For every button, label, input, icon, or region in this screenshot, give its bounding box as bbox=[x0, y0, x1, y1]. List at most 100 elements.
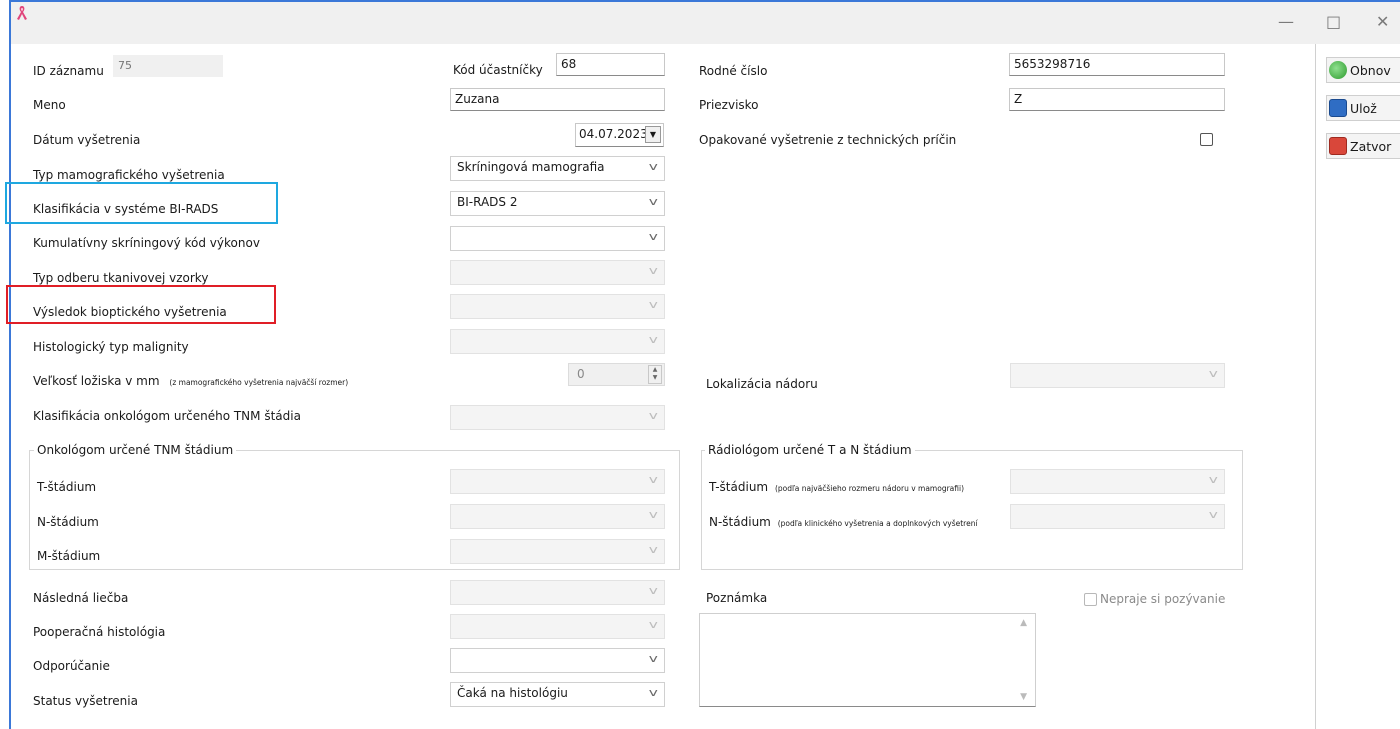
refresh-button-label: Obnov bbox=[1350, 62, 1391, 78]
exam-status-value: Čaká na histológiu bbox=[457, 686, 568, 700]
minimize-button[interactable]: — bbox=[1278, 14, 1294, 30]
recommendation-label: Odporúčanie bbox=[33, 659, 110, 673]
onco-n-stage-label: N-štádium bbox=[37, 515, 99, 529]
surname-label: Priezvisko bbox=[699, 98, 759, 112]
tumor-localization-select: v bbox=[1010, 363, 1225, 388]
scroll-up-icon[interactable]: ▲ bbox=[1020, 618, 1027, 628]
radio-n-stage-select: v bbox=[1010, 504, 1225, 529]
close-door-icon bbox=[1329, 137, 1347, 155]
first-name-label: Meno bbox=[33, 98, 66, 112]
no-invitation-checkbox[interactable] bbox=[1084, 593, 1097, 606]
chevron-down-icon: v bbox=[649, 618, 659, 631]
onco-t-stage-select: v bbox=[450, 469, 665, 494]
toolbar-divider bbox=[1315, 44, 1316, 729]
birth-number-field[interactable]: 5653298716 bbox=[1009, 53, 1225, 76]
maximize-button[interactable]: □ bbox=[1326, 14, 1341, 30]
pink-ribbon-icon bbox=[16, 5, 28, 24]
chevron-down-icon: v bbox=[649, 652, 659, 665]
chevron-down-icon: v bbox=[649, 298, 659, 311]
repeat-exam-checkbox[interactable] bbox=[1200, 133, 1213, 146]
birads-select[interactable]: BI-RADS 2 v bbox=[450, 191, 665, 216]
lesion-size-label-text: Veľkosť ložiska v mm bbox=[33, 374, 160, 388]
chevron-down-icon: v bbox=[649, 686, 659, 699]
surname-field[interactable]: Z bbox=[1009, 88, 1225, 111]
lesion-size-note: (z mamografického vyšetrenia najväčší ro… bbox=[169, 378, 349, 387]
title-bar bbox=[11, 2, 1400, 44]
note-label: Poznámka bbox=[706, 591, 768, 605]
radio-n-stage-note: (podľa klinického vyšetrenia a doplnkový… bbox=[777, 519, 978, 528]
no-invitation-label: Nepraje si pozývanie bbox=[1100, 592, 1226, 606]
spinner-arrows-icon[interactable]: ▲ ▼ bbox=[648, 365, 662, 384]
birads-label: Klasifikácia v systéme BI-RADS bbox=[33, 202, 219, 216]
lesion-size-label: Veľkosť ložiska v mm (z mamografického v… bbox=[33, 374, 348, 388]
chevron-down-icon: v bbox=[649, 160, 659, 173]
tumor-localization-label: Lokalizácia nádoru bbox=[706, 377, 818, 391]
radio-n-stage-label: N-štádium (podľa klinického vyšetrenia a… bbox=[709, 515, 1011, 529]
radio-t-stage-note: (podľa najväčšieho rozmeru nádoru v mamo… bbox=[774, 484, 965, 493]
record-id-field: 75 bbox=[113, 55, 223, 77]
tnm-classification-label: Klasifikácia onkológom určeného TNM štád… bbox=[33, 409, 301, 423]
chevron-down-icon: v bbox=[649, 195, 659, 208]
chevron-down-icon: v bbox=[649, 584, 659, 597]
onco-m-stage-label: M-štádium bbox=[37, 549, 101, 563]
first-name-field[interactable]: Zuzana bbox=[450, 88, 665, 111]
mammo-type-select[interactable]: Skríningová mamografia v bbox=[450, 156, 665, 181]
calendar-dropdown-icon[interactable]: ▼ bbox=[645, 126, 661, 143]
chevron-down-icon: v bbox=[649, 508, 659, 521]
chevron-down-icon: v bbox=[1209, 508, 1219, 521]
chevron-down-icon: v bbox=[649, 264, 659, 277]
cumulative-code-select[interactable]: v bbox=[450, 226, 665, 251]
tissue-sample-label: Typ odberu tkanivovej vzorky bbox=[33, 271, 209, 285]
participant-code-field[interactable]: 68 bbox=[556, 53, 665, 76]
cumulative-code-label: Kumulatívny skríningový kód výkonov bbox=[33, 236, 260, 250]
participant-code-label: Kód účastníčky bbox=[453, 63, 543, 77]
tissue-sample-select: v bbox=[450, 260, 665, 285]
chevron-down-icon: v bbox=[649, 409, 659, 422]
radio-t-stage-label: T-štádium (podľa najväčšieho rozmeru nád… bbox=[709, 480, 964, 494]
onco-m-stage-select: v bbox=[450, 539, 665, 564]
floppy-disk-icon bbox=[1329, 99, 1347, 117]
chevron-down-icon: v bbox=[1209, 367, 1219, 380]
biopsy-result-select: v bbox=[450, 294, 665, 319]
save-button[interactable]: Ulož bbox=[1326, 95, 1400, 121]
birth-number-label: Rodné číslo bbox=[699, 64, 768, 78]
radio-t-stage-label-text: T-štádium bbox=[709, 480, 769, 494]
exam-date-label: Dátum vyšetrenia bbox=[33, 133, 141, 147]
refresh-icon bbox=[1329, 61, 1347, 79]
onco-n-stage-select: v bbox=[450, 504, 665, 529]
postop-histology-select: v bbox=[450, 614, 665, 639]
onco-tnm-group-title: Onkológom určené TNM štádium bbox=[34, 443, 237, 457]
exam-date-value: 04.07.2023 bbox=[579, 127, 648, 141]
close-button-label: Zatvor bbox=[1350, 138, 1392, 154]
scroll-down-icon[interactable]: ▼ bbox=[1020, 692, 1027, 702]
radio-tn-group-title: Rádiológom určené T a N štádium bbox=[705, 443, 915, 457]
refresh-button[interactable]: Obnov bbox=[1326, 57, 1400, 83]
window-border-left bbox=[9, 0, 11, 729]
lesion-size-spinner[interactable]: 0 ▲ ▼ bbox=[568, 363, 665, 386]
recommendation-select[interactable]: v bbox=[450, 648, 665, 673]
repeat-exam-label: Opakované vyšetrenie z technických príči… bbox=[699, 133, 957, 147]
follow-treatment-label: Následná liečba bbox=[33, 591, 129, 605]
radio-t-stage-select: v bbox=[1010, 469, 1225, 494]
note-textarea[interactable]: ▲ ▼ bbox=[699, 613, 1036, 707]
follow-treatment-select: v bbox=[450, 580, 665, 605]
chevron-down-icon: v bbox=[649, 543, 659, 556]
close-window-button[interactable]: ✕ bbox=[1376, 14, 1389, 30]
histologic-type-select: v bbox=[450, 329, 665, 354]
birads-value: BI-RADS 2 bbox=[457, 195, 518, 209]
chevron-down-icon: v bbox=[649, 473, 659, 486]
tnm-classification-select: v bbox=[450, 405, 665, 430]
exam-status-label: Status vyšetrenia bbox=[33, 694, 138, 708]
exam-date-picker[interactable]: 04.07.2023 ▼ bbox=[575, 123, 664, 147]
radio-n-stage-label-text: N-štádium bbox=[709, 515, 771, 529]
exam-status-select[interactable]: Čaká na histológiu v bbox=[450, 682, 665, 707]
histologic-type-label: Histologický typ malignity bbox=[33, 340, 189, 354]
mammo-type-value: Skríningová mamografia bbox=[457, 160, 605, 174]
close-button[interactable]: Zatvor bbox=[1326, 133, 1400, 159]
onco-t-stage-label: T-štádium bbox=[37, 480, 97, 494]
record-id-label: ID záznamu bbox=[33, 64, 104, 78]
chevron-down-icon: v bbox=[649, 230, 659, 243]
save-button-label: Ulož bbox=[1350, 100, 1377, 116]
chevron-down-icon: v bbox=[649, 333, 659, 346]
postop-histology-label: Pooperačná histológia bbox=[33, 625, 166, 639]
